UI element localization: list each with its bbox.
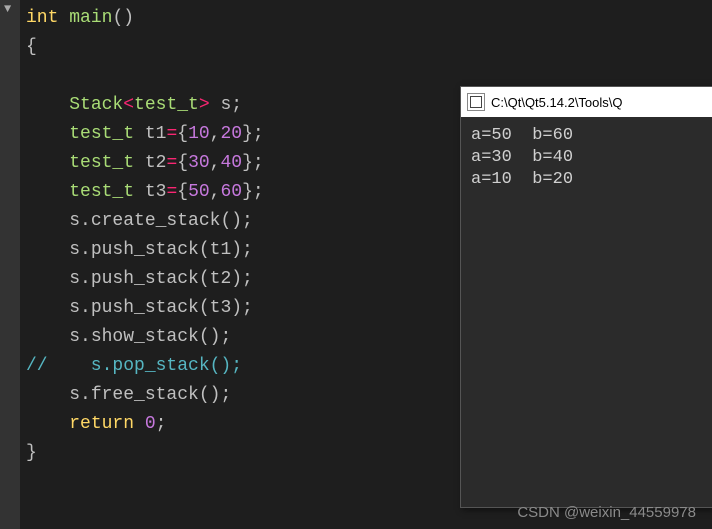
type-test-t: test_t <box>69 153 134 173</box>
console-window[interactable]: C:\Qt\Qt5.14.2\Tools\Q a=50 b=60 a=30 b=… <box>460 86 712 508</box>
console-line: a=50 b=60 <box>471 126 573 145</box>
console-title: C:\Qt\Qt5.14.2\Tools\Q <box>491 95 623 110</box>
comment-pop: // s.pop_stack(); <box>26 356 242 376</box>
num: 60 <box>220 182 242 202</box>
semicolon: ; <box>156 414 167 434</box>
var-s: s; <box>210 95 242 115</box>
stmt-show: s.show_stack(); <box>69 327 231 347</box>
brace: { <box>177 153 188 173</box>
num: 30 <box>188 153 210 173</box>
console-output: a=50 b=60 a=30 b=40 a=10 b=20 <box>461 117 712 199</box>
stmt-push-t2: s.push_stack(t2); <box>69 269 253 289</box>
brace-close: } <box>26 443 37 463</box>
comma: , <box>210 124 221 144</box>
console-titlebar[interactable]: C:\Qt\Qt5.14.2\Tools\Q <box>461 87 712 117</box>
code-editor[interactable]: int main() { Stack<test_t> s; test_t t1=… <box>26 4 264 468</box>
function-main: main <box>69 8 112 28</box>
angle-close: > <box>199 95 210 115</box>
num: 20 <box>220 124 242 144</box>
var-t3: t3 <box>134 182 166 202</box>
angle-open: < <box>123 95 134 115</box>
editor-gutter: ▼ <box>0 0 20 529</box>
watermark: CSDN @weixin_44559978 <box>517 504 696 521</box>
num: 50 <box>188 182 210 202</box>
app-icon <box>467 93 485 111</box>
stmt-create: s.create_stack(); <box>69 211 253 231</box>
type-test-t: test_t <box>69 182 134 202</box>
brace-open: { <box>26 37 37 57</box>
stmt-free: s.free_stack(); <box>69 385 231 405</box>
op-eq: = <box>166 153 177 173</box>
brace: }; <box>242 153 264 173</box>
type-test-t: test_t <box>134 95 199 115</box>
brace: { <box>177 182 188 202</box>
comma: , <box>210 182 221 202</box>
op-eq: = <box>166 124 177 144</box>
comma: , <box>210 153 221 173</box>
fold-arrow-icon[interactable]: ▼ <box>4 2 11 16</box>
console-line: a=10 b=20 <box>471 170 573 189</box>
parens: () <box>112 8 134 28</box>
var-t2: t2 <box>134 153 166 173</box>
brace: { <box>177 124 188 144</box>
num: 40 <box>220 153 242 173</box>
keyword-return: return <box>69 414 134 434</box>
brace: }; <box>242 182 264 202</box>
num: 10 <box>188 124 210 144</box>
space <box>134 414 145 434</box>
stmt-push-t1: s.push_stack(t1); <box>69 240 253 260</box>
stmt-push-t3: s.push_stack(t3); <box>69 298 253 318</box>
console-line: a=30 b=40 <box>471 148 573 167</box>
num-zero: 0 <box>145 414 156 434</box>
op-eq: = <box>166 182 177 202</box>
keyword-int: int <box>26 8 58 28</box>
type-test-t: test_t <box>69 124 134 144</box>
type-stack: Stack <box>69 95 123 115</box>
brace: }; <box>242 124 264 144</box>
var-t1: t1 <box>134 124 166 144</box>
